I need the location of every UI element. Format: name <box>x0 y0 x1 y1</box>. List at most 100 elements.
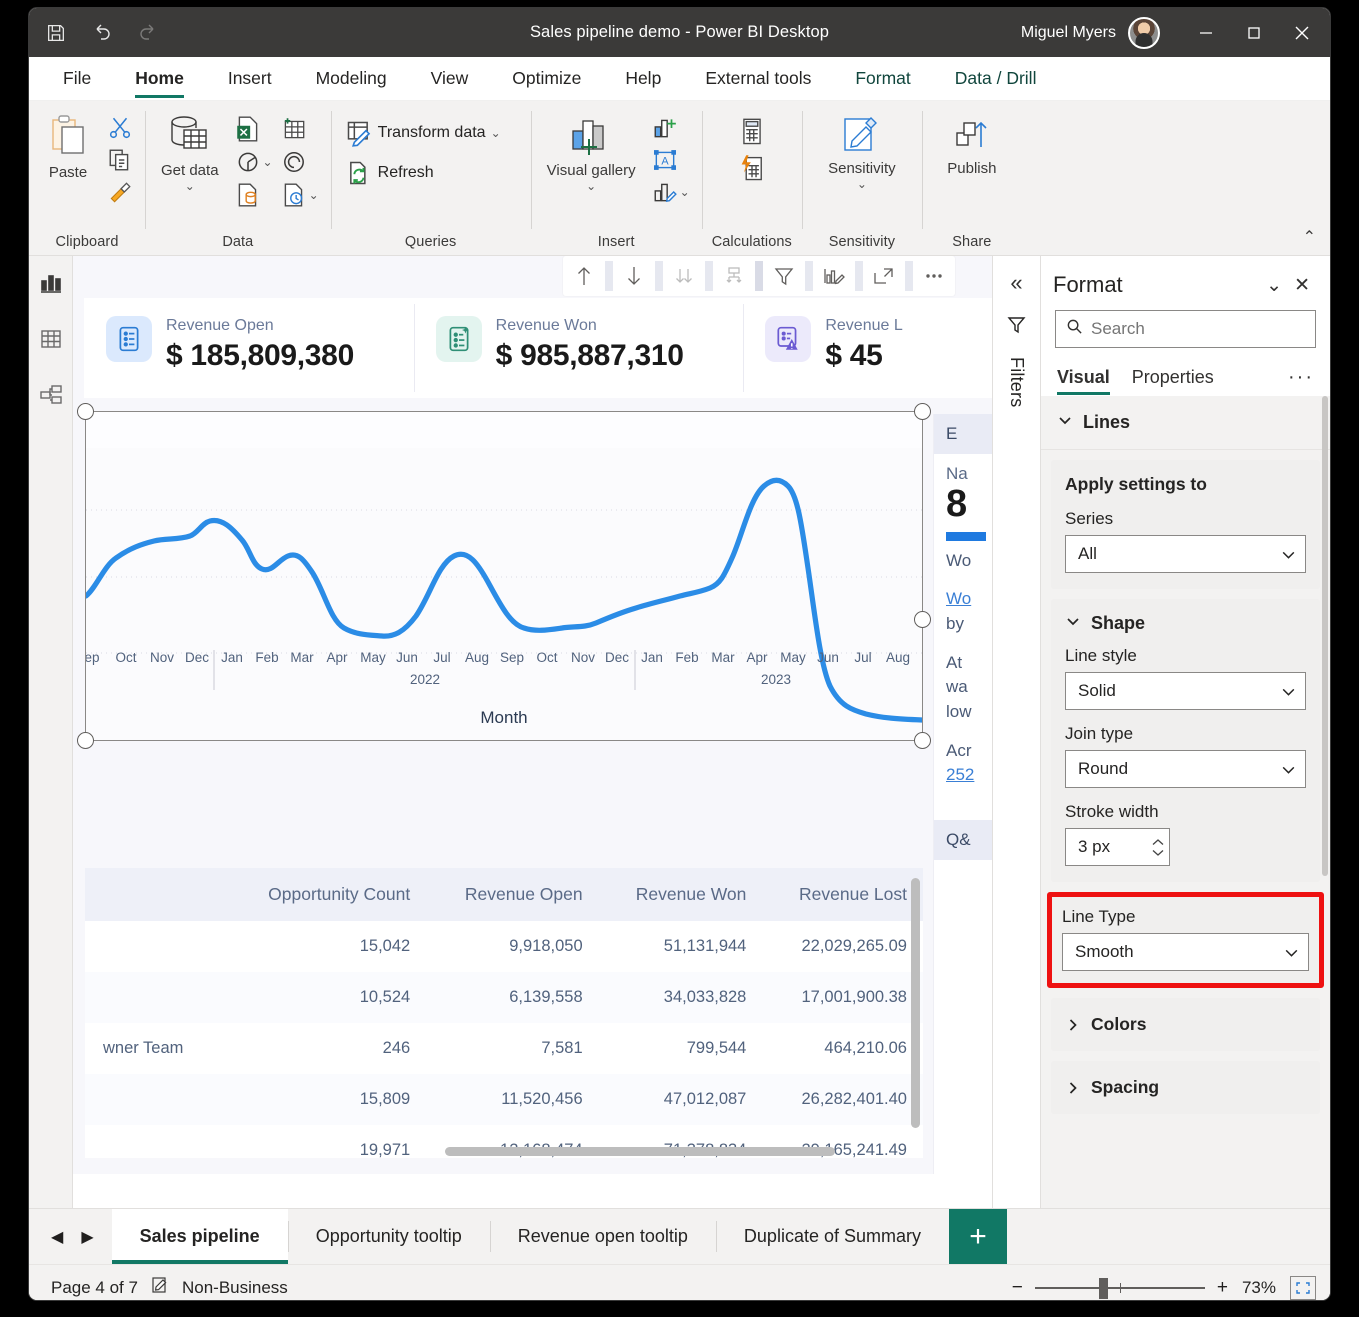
close-icon[interactable]: ✕ <box>1288 274 1316 297</box>
personalize-visual-icon[interactable] <box>813 257 855 295</box>
section-colors[interactable]: Colors <box>1051 998 1320 1051</box>
line-type-dropdown[interactable]: Smooth <box>1062 933 1309 971</box>
text-box-button[interactable]: A <box>650 145 692 175</box>
new-visual-button[interactable] <box>650 113 692 143</box>
paste-button[interactable]: Paste <box>39 111 97 183</box>
sql-server-button[interactable] <box>233 179 275 211</box>
drill-down-icon[interactable] <box>613 257 655 295</box>
kpi-card-revenue-lost[interactable]: Revenue L $ 45 <box>743 298 992 398</box>
table-col-header[interactable]: Revenue Lost <box>762 868 923 921</box>
collapse-pane-icon[interactable]: « <box>1010 272 1022 294</box>
format-pane-scrollbar[interactable] <box>1322 396 1328 876</box>
narrative-link[interactable]: 252 <box>946 765 974 784</box>
fit-page-icon[interactable] <box>1290 1275 1316 1300</box>
resize-handle-top-left[interactable] <box>77 403 94 420</box>
copy-button[interactable] <box>105 145 135 175</box>
section-shape[interactable]: Shape <box>1065 613 1306 646</box>
table-col-header[interactable] <box>85 868 225 921</box>
report-canvas[interactable]: Revenue Open $ 185,809,380 Revenue Won $… <box>73 256 992 1174</box>
resize-handle-top-right[interactable] <box>914 403 931 420</box>
minimize-button[interactable] <box>1182 8 1230 57</box>
zoom-track[interactable] <box>1034 1277 1205 1299</box>
collapse-ribbon-icon[interactable]: ⌃ <box>1297 225 1322 249</box>
table-col-header[interactable]: Revenue Open <box>426 868 599 921</box>
cut-button[interactable] <box>105 113 135 143</box>
avatar[interactable] <box>1128 16 1160 49</box>
ribbon-tab-format[interactable]: Format <box>833 57 933 100</box>
save-icon[interactable] <box>43 20 69 46</box>
format-painter-button[interactable] <box>105 177 135 207</box>
section-lines[interactable]: Lines <box>1041 396 1330 450</box>
ribbon-tab-insert[interactable]: Insert <box>206 57 294 100</box>
filter-icon[interactable] <box>763 257 805 295</box>
stepper-arrows[interactable] <box>1151 838 1165 857</box>
tab-properties[interactable]: Properties <box>1132 367 1214 395</box>
drill-up-icon[interactable] <box>563 257 605 295</box>
resize-handle-middle-right[interactable] <box>914 611 931 628</box>
new-measure-button[interactable] <box>736 115 768 149</box>
chevron-down-icon[interactable] <box>1151 848 1165 857</box>
data-table-visual[interactable]: Opportunity Count Revenue Open Revenue W… <box>85 868 923 1158</box>
close-button[interactable] <box>1278 8 1326 57</box>
zoom-in-button[interactable]: + <box>1217 1277 1228 1299</box>
ribbon-tab-external-tools[interactable]: External tools <box>683 57 833 100</box>
ribbon-tab-help[interactable]: Help <box>603 57 683 100</box>
line-style-dropdown[interactable]: Solid <box>1065 672 1306 710</box>
section-spacing[interactable]: Spacing <box>1051 1061 1320 1114</box>
table-horizontal-scrollbar[interactable] <box>445 1147 835 1156</box>
expand-all-icon[interactable] <box>663 257 705 295</box>
join-type-dropdown[interactable]: Round <box>1065 750 1306 788</box>
redo-icon[interactable] <box>135 20 161 46</box>
ribbon-tab-view[interactable]: View <box>409 57 491 100</box>
sidebar-item-table-view[interactable] <box>34 322 68 356</box>
dataverse-button[interactable] <box>279 147 321 177</box>
onelake-data-hub-button[interactable]: ⌄ <box>233 147 275 177</box>
smart-narrative-visual[interactable]: E Na 8 Wo Wo by At wa low Acr 252 Q& <box>933 414 992 1174</box>
page-tab-sales-pipeline[interactable]: Sales pipeline <box>111 1209 288 1264</box>
narrative-link[interactable]: Wo <box>946 589 971 608</box>
previous-page-icon[interactable]: ◀ <box>51 1227 63 1247</box>
ribbon-tab-data-drill[interactable]: Data / Drill <box>932 57 1059 100</box>
quick-measure-button[interactable] <box>736 151 768 185</box>
ribbon-tab-home[interactable]: Home <box>113 57 206 100</box>
publish-button[interactable]: Publish <box>932 111 1012 179</box>
chevron-down-icon[interactable]: ⌄ <box>1260 274 1288 297</box>
table-vertical-scrollbar[interactable] <box>911 878 920 1128</box>
series-dropdown[interactable]: All <box>1065 535 1306 573</box>
ribbon-tab-file[interactable]: File <box>41 57 113 100</box>
format-search-box[interactable] <box>1055 310 1316 348</box>
more-visuals-button[interactable]: ⌄ <box>650 177 692 207</box>
page-tab-opportunity-tooltip[interactable]: Opportunity tooltip <box>287 1209 490 1264</box>
more-options-icon[interactable]: ··· <box>1288 366 1314 396</box>
tab-visual[interactable]: Visual <box>1057 367 1110 395</box>
kpi-card-revenue-open[interactable]: Revenue Open $ 185,809,380 <box>84 298 414 398</box>
get-data-button[interactable]: Get data ⌄ <box>155 111 225 195</box>
next-page-icon[interactable]: ▶ <box>81 1227 93 1247</box>
line-chart-visual[interactable]: ep Oct Nov Dec Jan Feb Mar Apr May Jun Jul Aug Se… <box>77 403 931 749</box>
enter-data-button[interactable] <box>279 113 321 145</box>
search-input[interactable] <box>1091 319 1305 339</box>
excel-workbook-button[interactable] <box>233 113 275 145</box>
zoom-out-button[interactable]: − <box>1012 1277 1023 1299</box>
sensitivity-button[interactable]: Sensitivity ⌄ <box>812 111 912 193</box>
filters-pane-label[interactable]: Filters <box>1006 357 1027 407</box>
page-tab-duplicate-of-summary[interactable]: Duplicate of Summary <box>715 1209 949 1264</box>
user-name[interactable]: Miguel Myers <box>1021 24 1116 42</box>
table-row[interactable]: 10,524 6,139,558 34,033,828 17,001,900.3… <box>85 972 923 1023</box>
page-tab-revenue-open-tooltip[interactable]: Revenue open tooltip <box>489 1209 716 1264</box>
maximize-button[interactable] <box>1230 8 1278 57</box>
visual-gallery-button[interactable]: Visual gallery ⌄ <box>541 111 642 195</box>
drill-mode-icon[interactable] <box>713 257 755 295</box>
add-page-button[interactable]: + <box>949 1209 1007 1264</box>
chevron-up-icon[interactable] <box>1151 838 1165 847</box>
refresh-button[interactable]: Refresh <box>341 157 505 189</box>
sensitivity-icon[interactable] <box>150 1275 170 1300</box>
ribbon-tab-optimize[interactable]: Optimize <box>490 57 603 100</box>
resize-handle-bottom-left[interactable] <box>77 732 94 749</box>
table-row[interactable]: 15,809 11,520,456 47,012,087 26,282,401.… <box>85 1074 923 1125</box>
zoom-slider[interactable]: − + <box>1012 1277 1228 1299</box>
undo-icon[interactable] <box>89 20 115 46</box>
ribbon-tab-modeling[interactable]: Modeling <box>294 57 409 100</box>
sidebar-item-report-view[interactable] <box>34 266 68 300</box>
focus-mode-icon[interactable] <box>863 257 905 295</box>
